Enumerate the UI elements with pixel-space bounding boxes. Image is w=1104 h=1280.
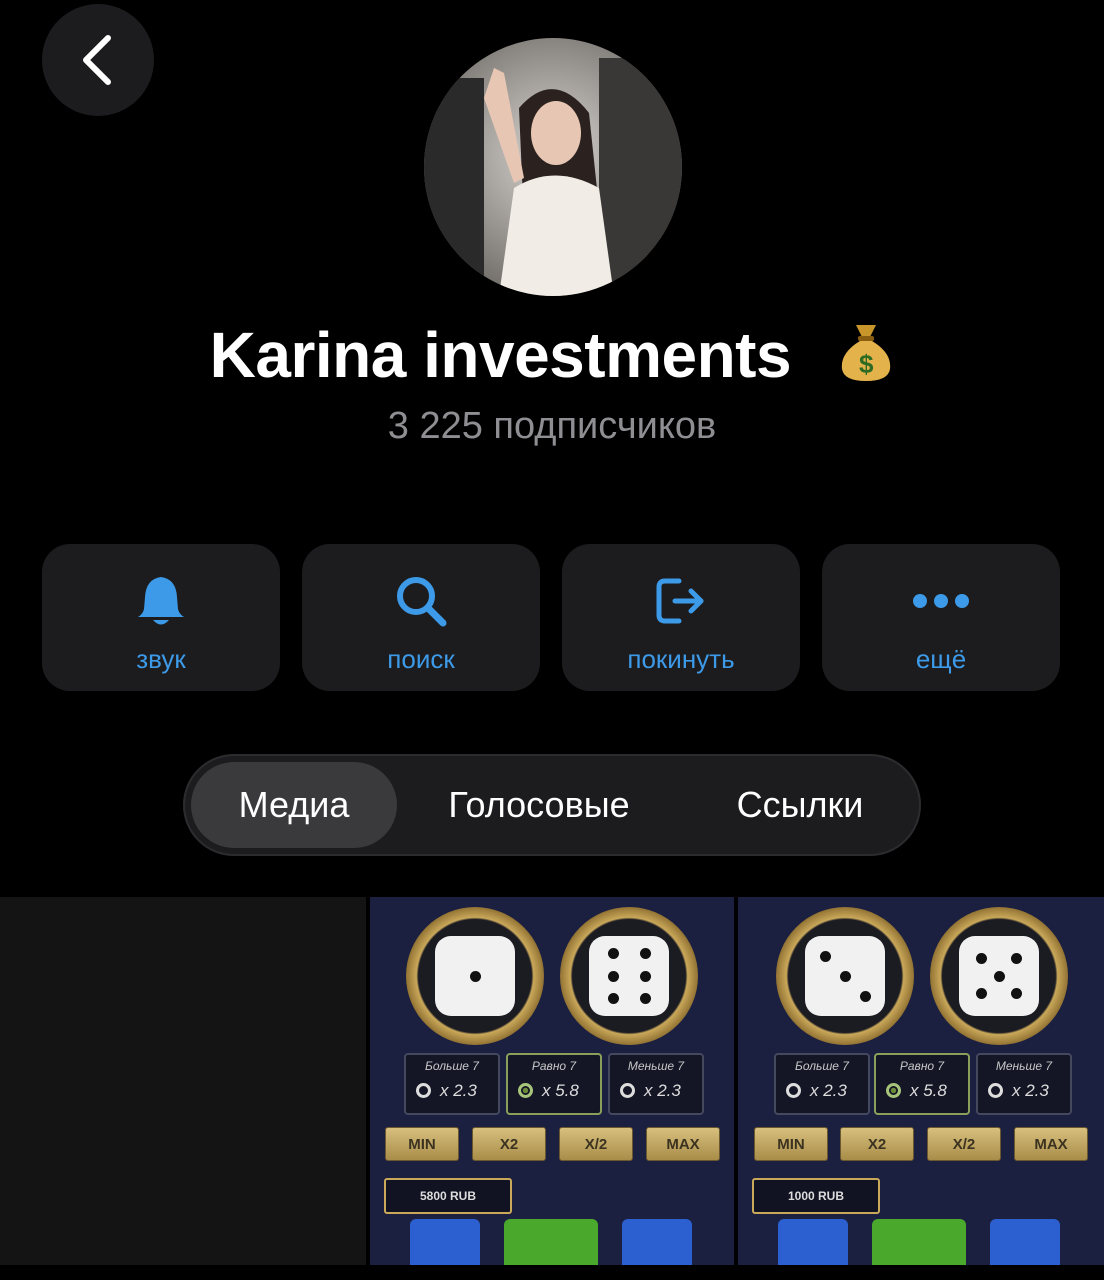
die-pip [639,970,651,982]
option-more-7: Больше 7 x 2.3 [774,1053,870,1115]
tab-links[interactable]: Ссылки [691,762,909,848]
channel-name: Karina investments [209,319,792,391]
radio-icon [988,1083,1003,1098]
option-header: Равно 7 [899,1059,945,1073]
min-button: MIN [754,1127,828,1161]
die [805,936,885,1016]
leave-icon [653,572,709,630]
option-multiplier: x 2.3 [440,1081,477,1100]
option-equal-7: Равно 7 x 5.8 [506,1053,602,1115]
refresh-icon [990,1219,1060,1265]
die-pip [993,970,1005,982]
die-pip [607,948,619,960]
back-button[interactable] [42,4,154,116]
half-button: X/2 [559,1127,633,1161]
die-pip [1011,988,1023,1000]
media-grid: Больше 7 x 2.3 Равно 7 x 5.8 Меньше 7 x … [0,897,1104,1280]
media-thumbnail-dice-game[interactable]: Больше 7 x 2.3 Равно 7 x 5.8 Меньше 7 x … [370,897,734,1265]
subscriber-count: 3 225 подписчиков [387,405,717,447]
option-header: Меньше 7 [627,1059,685,1073]
channel-avatar[interactable] [424,38,682,296]
min-button: MIN [385,1127,459,1161]
die-pip [639,992,651,1004]
option-multiplier: x 2.3 [644,1081,681,1100]
dice-ring [776,907,914,1045]
radio-icon [620,1083,635,1098]
search-label: поиск [387,644,455,674]
tab-voice[interactable]: Голосовые [415,762,663,848]
bet-amount: 5800 RUB [384,1178,512,1214]
option-header: Меньше 7 [995,1059,1053,1073]
refresh-icon [622,1219,692,1265]
tab-media[interactable]: Медиа [191,762,397,848]
die [959,936,1039,1016]
search-button[interactable]: поиск [302,544,540,691]
die-pip [819,950,831,962]
channel-title: Karina investments $ [0,318,1104,398]
option-multiplier: x 2.3 [1012,1081,1049,1100]
option-multiplier: x 5.8 [910,1081,947,1100]
more-label: ещё [915,644,967,674]
max-button: MAX [1014,1127,1088,1161]
leave-label: покинуть [627,644,735,674]
die-pip [607,992,619,1004]
sound-button[interactable]: звук [42,544,280,691]
dice-ring [406,907,544,1045]
radio-icon [886,1083,901,1098]
die-pip [839,970,851,982]
action-bar: звук поиск покинуть ещё [42,544,1060,691]
coins-icon [410,1219,480,1265]
option-multiplier: x 5.8 [542,1081,579,1100]
option-header: Больше 7 [795,1059,849,1073]
media-tabs: Медиа Голосовые Ссылки [183,754,921,856]
chevron-left-icon [83,35,111,85]
search-icon [393,572,449,630]
half-button: X/2 [927,1127,1001,1161]
die-pip [975,952,987,964]
option-multiplier: x 2.3 [810,1081,847,1100]
die-pip [1011,952,1023,964]
radio-icon [518,1083,533,1098]
play-icon [504,1219,598,1265]
max-button: MAX [646,1127,720,1161]
die [589,936,669,1016]
media-thumbnail-empty[interactable] [0,897,366,1265]
option-equal-7: Равно 7 x 5.8 [874,1053,970,1115]
media-thumbnail-dice-game[interactable]: Больше 7 x 2.3 Равно 7 x 5.8 Меньше 7 x … [738,897,1104,1265]
avatar-image [424,38,682,296]
bet-amount: 1000 RUB [752,1178,880,1214]
money-bag-icon: $ [838,321,894,398]
dice-ring [930,907,1068,1045]
die [435,936,515,1016]
coins-icon [778,1219,848,1265]
die-pip [639,948,651,960]
option-less-7: Меньше 7 x 2.3 [608,1053,704,1115]
die-pip [607,970,619,982]
svg-text:$: $ [859,349,874,379]
more-button[interactable]: ещё [822,544,1060,691]
x2-button: X2 [472,1127,546,1161]
die-pip [975,988,987,1000]
die-pip [469,970,481,982]
leave-button[interactable]: покинуть [562,544,800,691]
x2-button: X2 [840,1127,914,1161]
radio-icon [416,1083,431,1098]
option-header: Больше 7 [425,1059,479,1073]
option-header: Равно 7 [531,1059,577,1073]
option-more-7: Больше 7 x 2.3 [404,1053,500,1115]
sound-label: звук [136,644,186,674]
dice-ring [560,907,698,1045]
die-pip [859,990,871,1002]
bell-icon [134,572,188,630]
option-less-7: Меньше 7 x 2.3 [976,1053,1072,1115]
radio-icon [786,1083,801,1098]
play-icon [872,1219,966,1265]
more-icon [911,572,971,630]
